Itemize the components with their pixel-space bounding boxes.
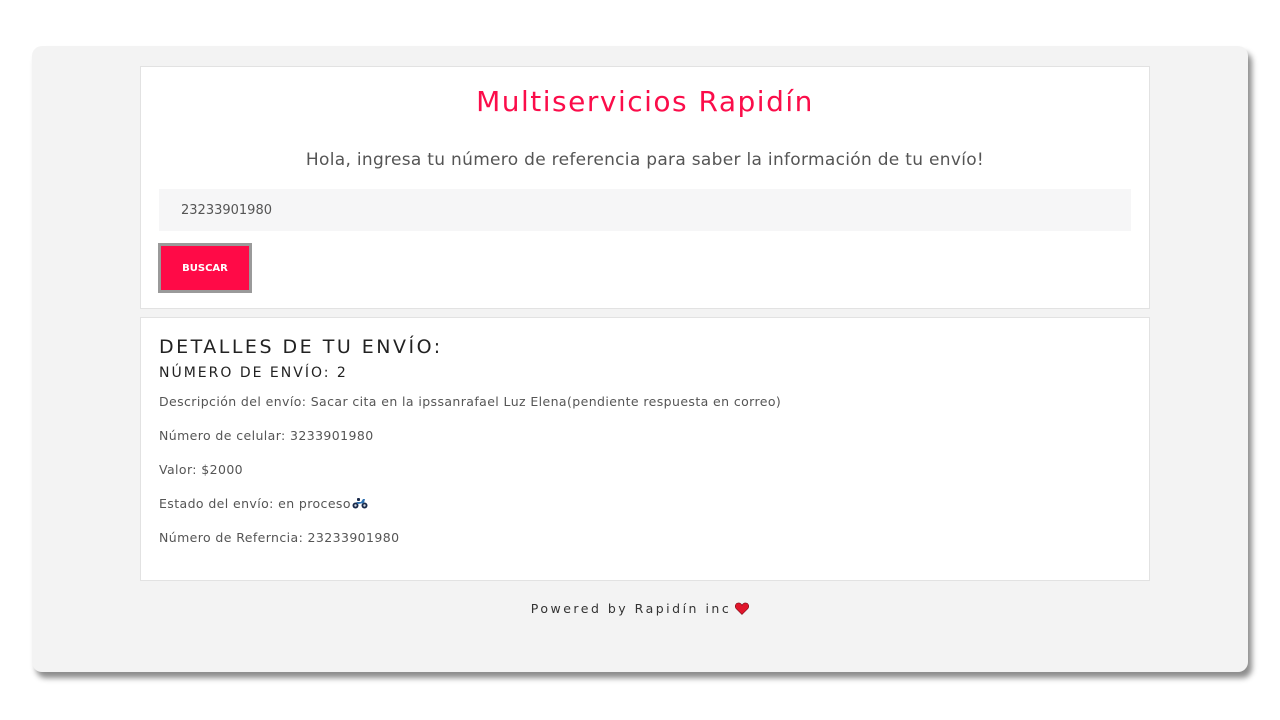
shipment-value: Valor: $2000 (159, 462, 244, 477)
search-card: Multiservicios Rapidín Hola, ingresa tu … (140, 66, 1150, 309)
reference-input[interactable] (159, 189, 1131, 231)
details-card: DETALLES DE TU ENVÍO: NÚMERO DE ENVÍO: 2… (140, 317, 1150, 581)
details-heading: DETALLES DE TU ENVÍO: (159, 336, 443, 358)
page-title: Multiservicios Rapidín (476, 85, 814, 118)
heart-icon (735, 602, 750, 618)
shipment-status: Estado del envío: en proceso (159, 496, 351, 511)
motorcycle-icon (352, 497, 368, 509)
shipment-phone: Número de celular: 3233901980 (159, 428, 374, 443)
search-button[interactable]: BUSCAR (158, 243, 252, 293)
shipment-reference: Número de Referncia: 23233901980 (159, 530, 400, 545)
shipment-description: Descripción del envío: Sacar cita en la … (159, 394, 782, 409)
app-window: Multiservicios Rapidín Hola, ingresa tu … (32, 46, 1248, 672)
shipment-status-row: Estado del envío: en proceso (159, 496, 368, 511)
intro-text: Hola, ingresa tu número de referencia pa… (305, 150, 985, 170)
footer: Powered by Rapidín inc (32, 601, 1248, 618)
footer-text: Powered by Rapidín inc (530, 601, 732, 616)
shipment-number: NÚMERO DE ENVÍO: 2 (159, 365, 348, 381)
